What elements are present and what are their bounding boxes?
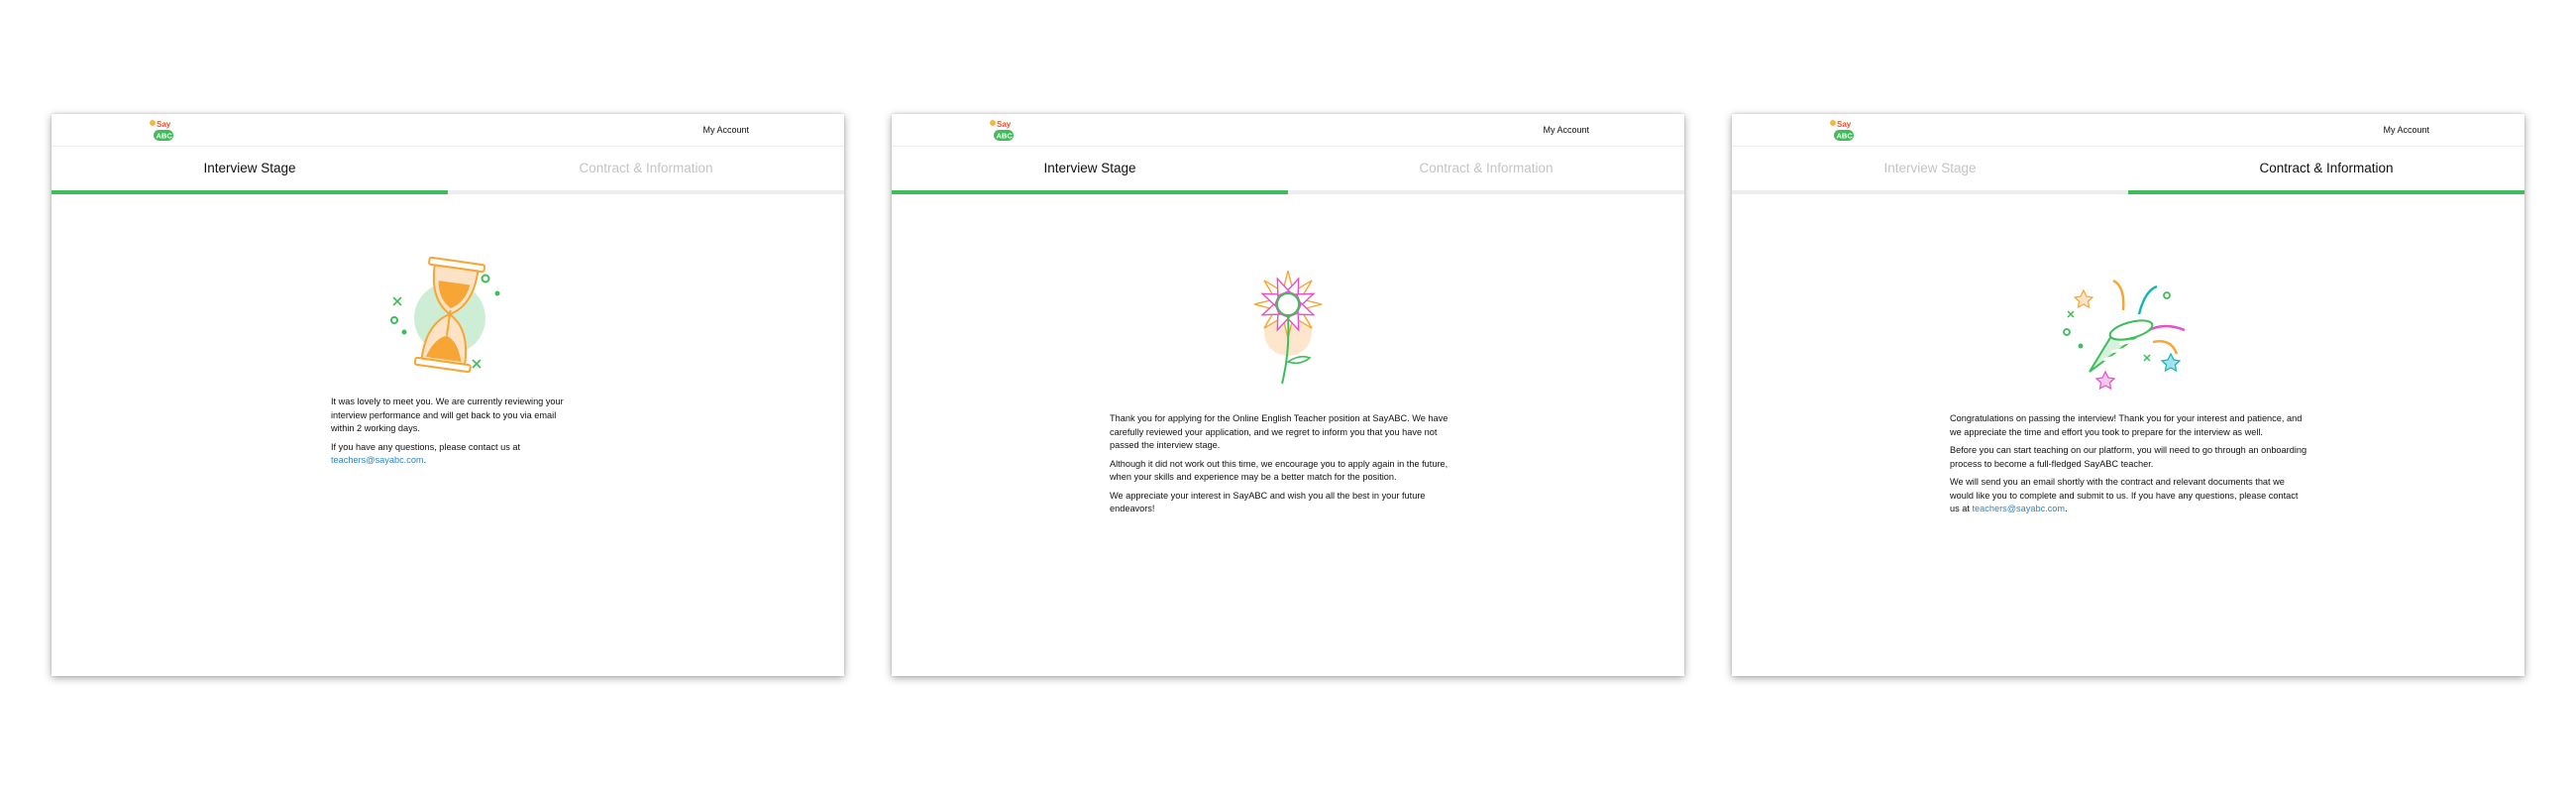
svg-text:ABC: ABC (1837, 132, 1854, 141)
my-account-link[interactable]: My Account (2383, 125, 2429, 135)
tab-contract-information[interactable]: Contract & Information (1288, 147, 1684, 190)
tab-interview-stage[interactable]: Interview Stage (1732, 147, 2128, 190)
top-bar: Say ABC My Account (1732, 114, 2524, 147)
top-bar: Say ABC My Account (892, 114, 1684, 147)
hourglass-illustration (390, 256, 500, 374)
sayabc-logo[interactable]: Say ABC (988, 117, 1018, 143)
message-paragraph: It was lovely to meet you. We are curren… (331, 396, 564, 433)
teachers-email-link[interactable]: teachers@sayabc.com (331, 455, 424, 465)
interview-rejected-panel: Say ABC My Account Interview Stage Contr… (892, 114, 1684, 676)
tab-contract-information[interactable]: Contract & Information (2128, 147, 2524, 194)
my-account-link[interactable]: My Account (702, 125, 749, 135)
contact-text: If you have any questions, please contac… (331, 441, 521, 452)
interview-passed-message: Congratulations on passing the interview… (1950, 412, 2308, 521)
svg-text:ABC: ABC (997, 132, 1014, 141)
tab-interview-stage[interactable]: Interview Stage (52, 147, 448, 194)
tab-interview-stage[interactable]: Interview Stage (892, 147, 1288, 194)
message-paragraph: If you have any questions, please contac… (331, 441, 521, 466)
interview-result-message: Thank you for applying for the Online En… (1110, 412, 1466, 521)
tab-contract-information[interactable]: Contract & Information (448, 147, 844, 190)
message-paragraph: We will send you an email shortly with t… (1950, 477, 2299, 513)
svg-text:Say: Say (997, 120, 1012, 129)
my-account-link[interactable]: My Account (1543, 125, 1589, 135)
teachers-email-link[interactable]: teachers@sayabc.com (1972, 504, 2065, 513)
message-paragraph: Before you can start teaching on our pla… (1950, 445, 2308, 469)
svg-text:Say: Say (157, 120, 171, 129)
svg-text:ABC: ABC (157, 132, 173, 141)
message-paragraph: We appreciate your interest in SayABC an… (1110, 490, 1426, 514)
party-popper-illustration (2063, 279, 2186, 390)
message-paragraph: Congratulations on passing the interview… (1950, 413, 2303, 437)
stage-tabs: Interview Stage Contract & Information (892, 147, 1684, 194)
stage-tabs: Interview Stage Contract & Information (52, 147, 844, 194)
message-paragraph: Although it did not work out this time, … (1110, 458, 1449, 483)
flower-illustration (1253, 270, 1323, 385)
interview-reviewing-panel: Say ABC My Account Interview Stage Contr… (52, 114, 844, 676)
stage-tabs: Interview Stage Contract & Information (1732, 147, 2524, 194)
sayabc-logo[interactable]: Say ABC (148, 117, 177, 143)
sayabc-logo[interactable]: Say ABC (1828, 117, 1858, 143)
top-bar: Say ABC My Account (52, 114, 844, 147)
message-paragraph: Thank you for applying for the Online En… (1110, 413, 1449, 450)
interview-status-message: It was lovely to meet you. We are curren… (331, 396, 569, 473)
svg-text:Say: Say (1837, 120, 1852, 129)
contract-information-panel: Say ABC My Account Interview Stage Contr… (1732, 114, 2524, 676)
